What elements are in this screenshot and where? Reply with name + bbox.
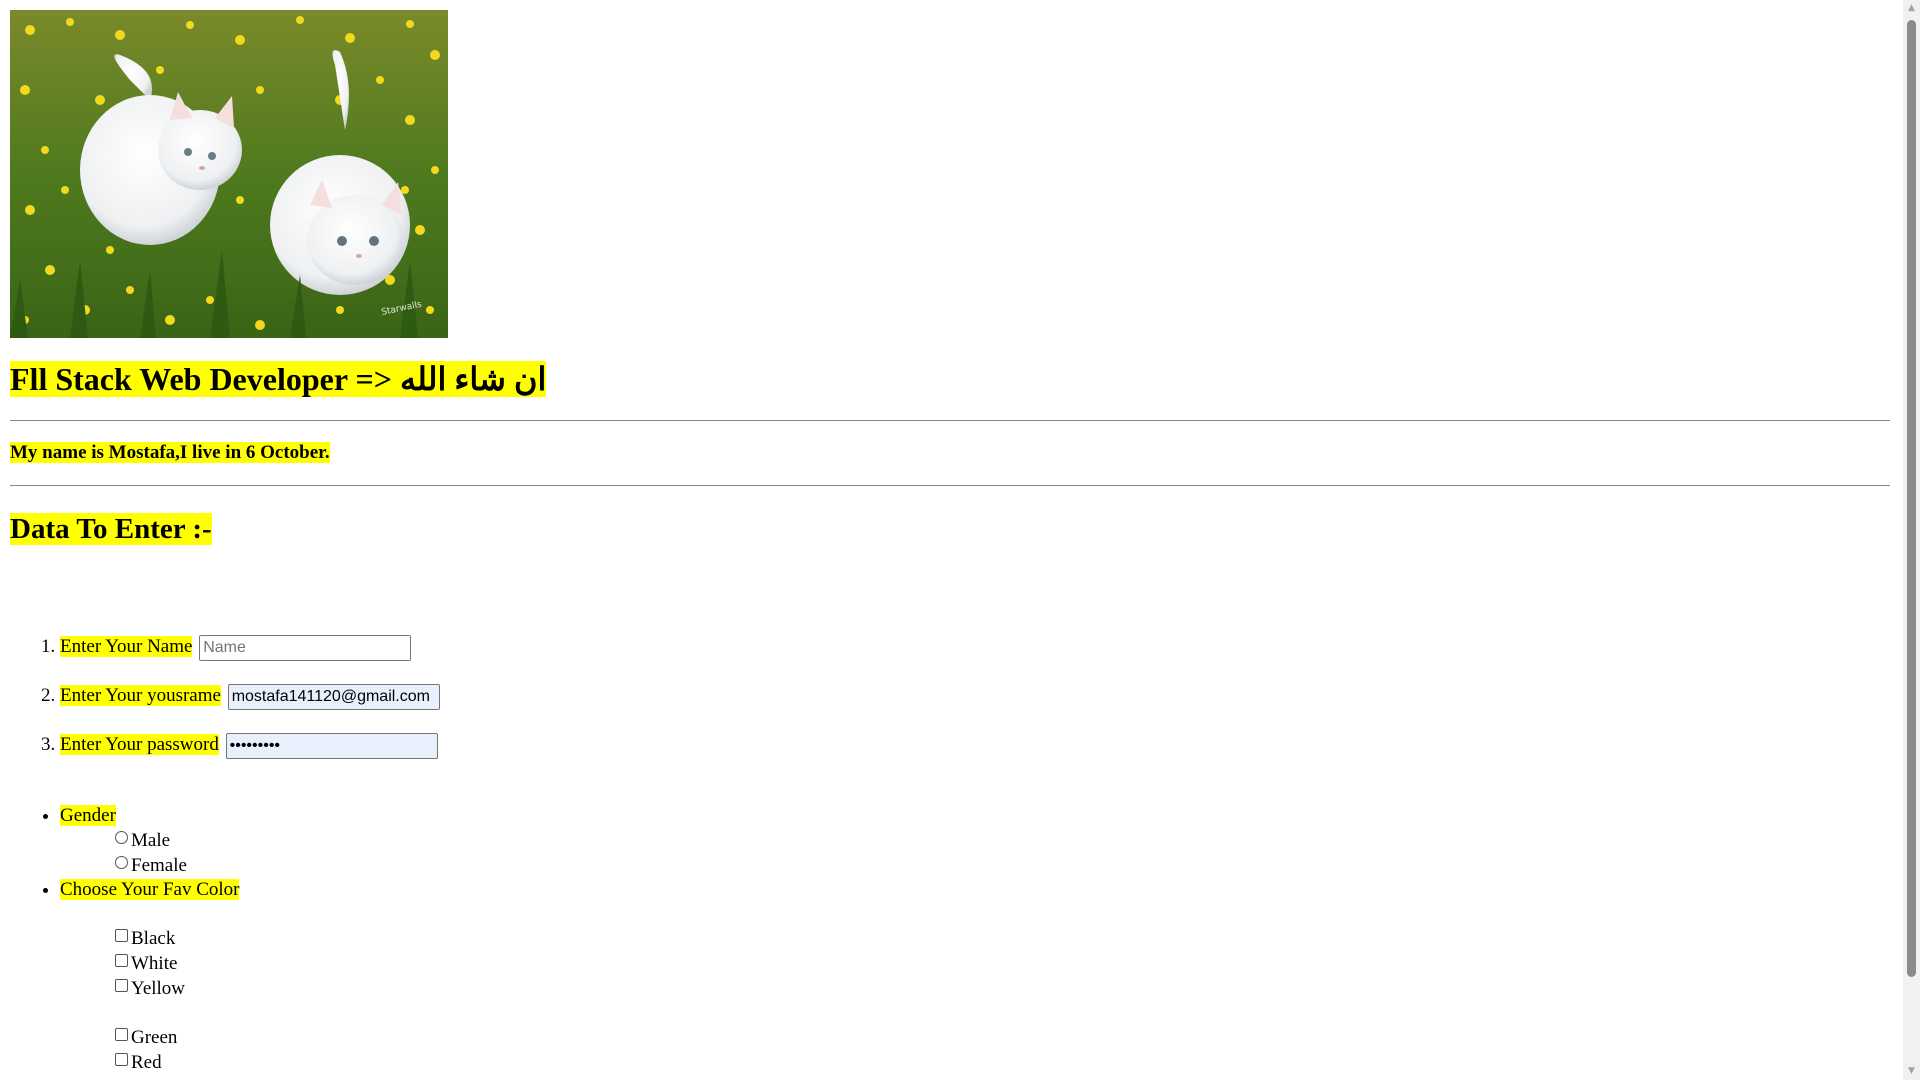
red-checkbox[interactable] <box>115 1053 128 1066</box>
page: Starwalls Fll Stack Web Developer => ان … <box>0 0 1920 1080</box>
yellow-label: Yellow <box>131 978 186 999</box>
female-radio[interactable] <box>115 856 128 869</box>
color-label: Choose Your Fav Color <box>60 879 240 900</box>
scroll-thumb[interactable] <box>1907 20 1916 977</box>
content: Starwalls Fll Stack Web Developer => ان … <box>10 10 1890 1075</box>
scroll-down-arrow-icon[interactable]: ▼ <box>1903 1063 1920 1080</box>
color-option-white: White <box>115 951 1890 976</box>
white-checkbox[interactable] <box>115 954 128 967</box>
color-options: Black White Yellow Green Red <box>115 902 1890 1075</box>
color-item: Choose Your Fav Color Black White Yellow… <box>60 878 1890 1075</box>
options-list: Gender Male Female Choose Your Fav Color… <box>10 804 1890 1075</box>
section-title: Data To Enter :- <box>10 513 212 545</box>
male-label: Male <box>131 830 171 851</box>
gender-label: Gender <box>60 805 116 826</box>
black-checkbox[interactable] <box>115 929 128 942</box>
color-option-yellow: Yellow <box>115 976 1890 1001</box>
form-fields-list: Enter Your Name Enter Your yousrame Ente… <box>10 634 1890 759</box>
intro-text: My name is Mostafa,I live in 6 October. <box>10 442 330 463</box>
name-input[interactable] <box>199 634 412 661</box>
gender-item: Gender Male Female <box>60 804 1890 878</box>
divider <box>10 420 1890 421</box>
username-label: Enter Your yousrame <box>60 685 221 706</box>
name-label: Enter Your Name <box>60 636 193 657</box>
yellow-checkbox[interactable] <box>115 979 128 992</box>
red-label: Red <box>131 1052 162 1073</box>
gender-option-male: Male <box>115 828 1890 853</box>
password-field-row: Enter Your password <box>60 732 1890 759</box>
gender-option-female: Female <box>115 853 1890 878</box>
password-input[interactable] <box>225 732 438 759</box>
username-field-row: Enter Your yousrame <box>60 683 1890 710</box>
vertical-scrollbar[interactable]: ▲ ▼ <box>1903 0 1920 1080</box>
page-title-text: Fll Stack Web Developer => ان شاء الله <box>10 361 547 397</box>
female-label: Female <box>131 855 187 876</box>
page-title: Fll Stack Web Developer => ان شاء الله <box>10 360 1890 398</box>
green-label: Green <box>131 1027 178 1048</box>
password-label: Enter Your password <box>60 734 219 755</box>
male-radio[interactable] <box>115 831 128 844</box>
username-input[interactable] <box>227 683 440 710</box>
intro-heading: My name is Mostafa,I live in 6 October. <box>10 441 1890 465</box>
green-checkbox[interactable] <box>115 1028 128 1041</box>
section-heading: Data To Enter :- <box>10 512 1890 546</box>
black-label: Black <box>131 928 176 949</box>
divider <box>10 485 1890 486</box>
color-option-black: Black <box>115 926 1890 951</box>
name-field-row: Enter Your Name <box>60 634 1890 661</box>
white-label: White <box>131 953 178 974</box>
scroll-up-arrow-icon[interactable]: ▲ <box>1903 0 1920 17</box>
color-option-red: Red <box>115 1050 1890 1075</box>
kittens-image: Starwalls <box>10 10 448 338</box>
gender-options: Male Female <box>115 828 1890 878</box>
color-option-green: Green <box>115 1025 1890 1050</box>
